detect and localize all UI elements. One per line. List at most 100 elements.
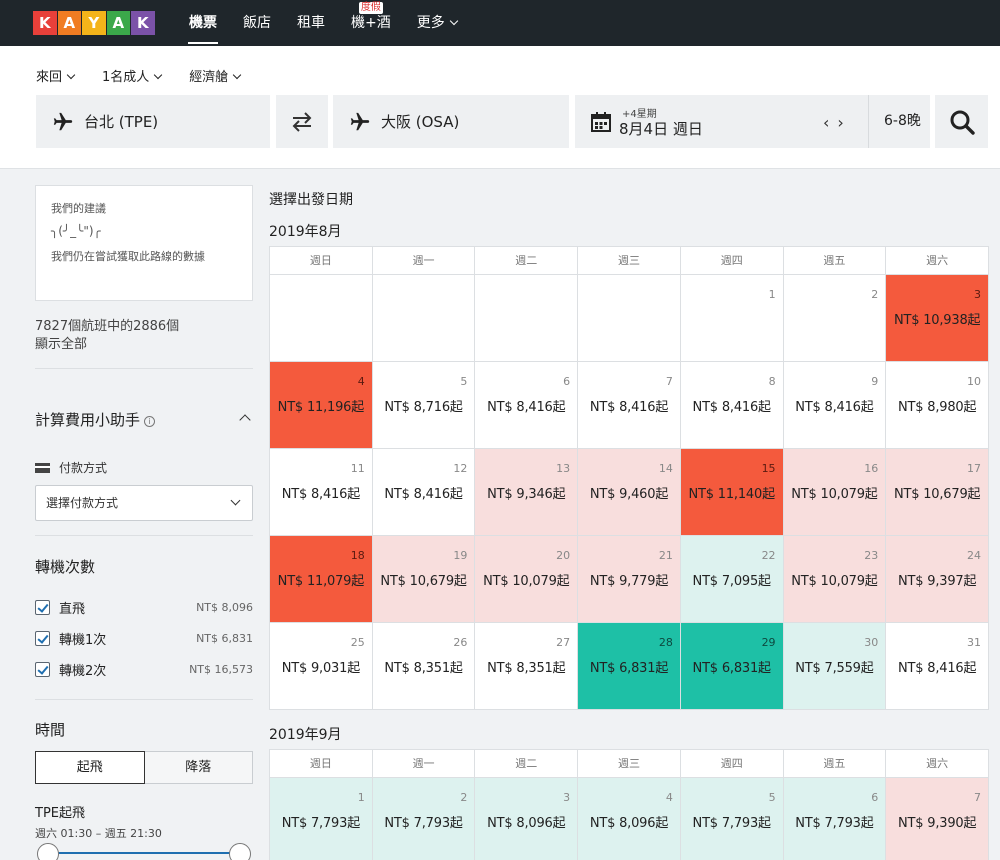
chevron-down-icon (154, 70, 163, 80)
checkbox-checked[interactable] (35, 599, 50, 615)
advice-title: 我們的建議 (51, 202, 106, 215)
weekday-header: 週六 (886, 750, 989, 778)
day-cell[interactable]: 4 NT$ 8,096起 (578, 778, 681, 860)
prev-date-icon[interactable]: ‹ (823, 113, 837, 132)
day-price: NT$ 11,196起 (277, 400, 365, 415)
day-price: NT$ 8,416起 (795, 400, 874, 415)
nav-item-1[interactable]: 飯店 (230, 0, 284, 46)
kayak-logo[interactable]: KAYAK (33, 11, 156, 35)
day-price: NT$ 10,679起 (893, 487, 981, 502)
day-cell[interactable]: 12 NT$ 8,416起 (372, 449, 476, 536)
info-icon[interactable]: i (144, 416, 156, 427)
day-cell[interactable]: 29 NT$ 6,831起 (680, 623, 784, 710)
day-cell[interactable]: 23 NT$ 10,079起 (783, 536, 887, 623)
toggle-depart[interactable]: 起飛 (35, 751, 145, 784)
day-cell[interactable]: 19 NT$ 10,679起 (372, 536, 476, 623)
travelers-dropdown[interactable]: 1名成人 (102, 66, 163, 85)
nights-selector[interactable]: 6-8晚 (868, 95, 921, 148)
day-number: 7 (665, 375, 673, 388)
day-cell[interactable]: 30 NT$ 7,559起 (783, 623, 887, 710)
time-slider-track[interactable] (47, 852, 240, 854)
day-cell[interactable]: 18 NT$ 11,079起 (270, 536, 373, 623)
day-cell[interactable]: 1 NT$ 7,793起 (270, 778, 373, 860)
destination-field[interactable]: 大阪 (OSA) (333, 95, 569, 148)
day-number: 24 (967, 549, 981, 562)
trip-type-dropdown[interactable]: 來回 (36, 66, 76, 85)
stop-filter-1-stop[interactable]: 轉機1次 NT$ 6,831 (35, 629, 253, 648)
day-price: NT$ 8,351起 (487, 661, 566, 676)
nav-item-2[interactable]: 租車 (284, 0, 338, 46)
day-cell[interactable]: 10 NT$ 8,980起 (886, 362, 989, 449)
chevron-up-icon[interactable] (239, 414, 251, 426)
day-cell[interactable]: 21 NT$ 9,779起 (578, 536, 681, 623)
advice-emoticon: ╮(╯_╰")╭ (51, 224, 101, 238)
day-cell[interactable]: 28 NT$ 6,831起 (578, 623, 681, 710)
day-cell[interactable]: 3 NT$ 10,938起 (886, 275, 989, 362)
day-cell[interactable]: 25 NT$ 9,031起 (270, 623, 373, 710)
day-cell[interactable]: 15 NT$ 11,140起 (680, 449, 784, 536)
stop-filter-2-stops[interactable]: 轉機2次 NT$ 16,573 (35, 660, 253, 679)
day-cell[interactable]: 7 NT$ 9,390起 (886, 778, 989, 860)
day-cell[interactable]: 16 NT$ 10,079起 (783, 449, 887, 536)
show-all-link[interactable]: 顯示全部 (35, 336, 253, 354)
day-cell[interactable]: 5 NT$ 7,793起 (680, 778, 784, 860)
day-cell[interactable]: 4 NT$ 11,196起 (270, 362, 373, 449)
search-button[interactable] (935, 95, 988, 148)
day-cell[interactable]: 1 (680, 275, 784, 362)
day-price: NT$ 9,460起 (589, 487, 669, 502)
day-cell[interactable]: 20 NT$ 10,079起 (475, 536, 579, 623)
day-cell[interactable]: 14 NT$ 9,460起 (578, 449, 681, 536)
date-field[interactable]: +4星期 8月4日 週日 ‹› 6-8晚 (575, 95, 930, 148)
day-cell[interactable]: 27 NT$ 8,351起 (475, 623, 579, 710)
day-cell[interactable]: 9 NT$ 8,416起 (783, 362, 887, 449)
day-cell[interactable]: 2 (783, 275, 887, 362)
flight-count: 7827個航班中的2886個 顯示全部 (35, 318, 253, 354)
day-price: NT$ 10,079起 (791, 487, 878, 502)
day-cell[interactable]: 6 NT$ 7,793起 (783, 778, 887, 860)
day-cell[interactable]: 13 NT$ 9,346起 (475, 449, 579, 536)
day-cell[interactable]: 7 NT$ 8,416起 (578, 362, 681, 449)
day-cell[interactable]: 5 NT$ 8,716起 (372, 362, 476, 449)
slider-handle-end[interactable] (229, 843, 251, 860)
day-cell[interactable]: 17 NT$ 10,679起 (886, 449, 989, 536)
day-cell[interactable]: 11 NT$ 8,416起 (270, 449, 373, 536)
nav-item-3[interactable]: 機+酒 度假 (338, 0, 404, 46)
day-number: 14 (658, 462, 673, 475)
checkbox-checked[interactable] (35, 630, 50, 646)
vacation-badge: 度假 (358, 2, 383, 14)
payment-method-select[interactable]: 選擇付款方式 (35, 485, 253, 521)
swap-button[interactable] (276, 95, 328, 148)
nav-item-4[interactable]: 更多 (404, 0, 470, 46)
day-cell[interactable]: 6 NT$ 8,416起 (475, 362, 579, 449)
nav-item-0[interactable]: 機票 (176, 0, 230, 46)
stop-filter-nonstop[interactable]: 直飛 NT$ 8,096 (35, 598, 253, 617)
slider-handle-start[interactable] (37, 843, 59, 860)
day-cell[interactable]: 31 NT$ 8,416起 (886, 623, 989, 710)
day-cell[interactable]: 26 NT$ 8,351起 (372, 623, 476, 710)
day-number: 26 (453, 636, 468, 649)
toggle-arrive[interactable]: 降落 (144, 751, 253, 784)
day-cell[interactable]: 3 NT$ 8,096起 (475, 778, 579, 860)
divider (35, 699, 253, 700)
day-cell[interactable]: 8 NT$ 8,416起 (680, 362, 784, 449)
origin-field[interactable]: 台北 (TPE) (36, 95, 270, 148)
checkbox-checked[interactable] (35, 661, 50, 677)
day-cell[interactable]: 2 NT$ 7,793起 (372, 778, 476, 860)
chevron-down-icon (233, 70, 242, 80)
fee-assistant-title[interactable]: 計算費用小助手 i (35, 409, 156, 430)
empty-day-cell (578, 275, 681, 362)
calendar-grid: 週日 週一 週二 週三 週四 週五 週六 1 NT$ 7,793起 2 NT$ 7,793起 3 NT$… (269, 749, 989, 860)
search-form: 來回 1名成人 經濟艙 台北 (TPE) 大阪 (OSA) +4星期 8月4日 … (0, 46, 1000, 169)
day-number: 4 (357, 375, 365, 388)
next-date-icon[interactable]: › (837, 113, 851, 132)
cabin-dropdown[interactable]: 經濟艙 (189, 66, 242, 85)
day-number: 4 (665, 791, 673, 804)
day-number: 2 (460, 791, 468, 804)
weekday-header: 週日 (270, 247, 373, 275)
day-number: 3 (974, 288, 981, 301)
day-cell[interactable]: 22 NT$ 7,095起 (680, 536, 784, 623)
day-number: 5 (460, 375, 468, 388)
day-cell[interactable]: 24 NT$ 9,397起 (886, 536, 989, 623)
day-price: NT$ 10,079起 (791, 574, 878, 589)
day-price: NT$ 8,980起 (897, 400, 977, 415)
